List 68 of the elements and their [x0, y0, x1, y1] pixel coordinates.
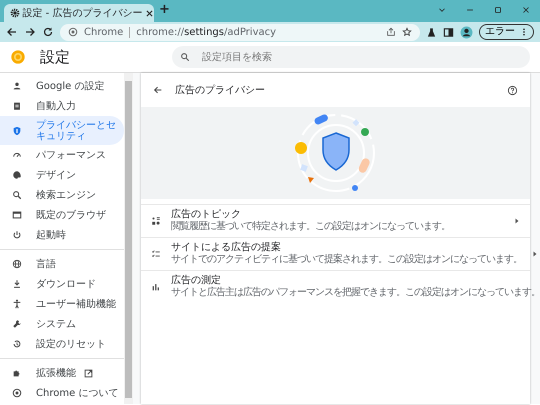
setting-row[interactable]: サイトによる広告の提案 サイトでのアクティビティに基づいて提案されます。この設定はオンになっています。: [141, 237, 530, 270]
sidebar-item[interactable]: 自動入力: [0, 96, 124, 116]
wrench-icon: [12, 319, 22, 329]
close-icon[interactable]: [521, 5, 531, 15]
page-heading: 設定: [40, 46, 70, 68]
sidebar-item[interactable]: 検索エンジン: [0, 185, 124, 205]
address-bar[interactable]: Chrome chrome://settings/adPrivacy: [60, 24, 420, 40]
clipboard-icon: [12, 101, 22, 111]
profile-error-button[interactable]: エラー: [479, 24, 534, 40]
search-icon: [180, 52, 190, 62]
back-arrow-icon[interactable]: [153, 85, 163, 95]
sidebar-item[interactable]: 拡張機能: [0, 363, 124, 383]
search-icon: [12, 190, 22, 200]
checklist-icon: [151, 249, 161, 259]
share-icon[interactable]: [386, 27, 396, 37]
caret-right-icon: [532, 251, 538, 257]
sidebar-item[interactable]: プライバシーとセキュリティ: [0, 116, 124, 145]
puzzle-piece-icon: [12, 368, 22, 378]
accessibility-icon: [12, 299, 22, 309]
tab-title: 設定 - 広告のプライバシー: [22, 6, 142, 20]
forward-arrow-icon[interactable]: [24, 26, 36, 38]
more-menu-icon: [520, 27, 528, 37]
side-panel-icon[interactable]: [443, 26, 454, 38]
site-label: Chrome: [84, 26, 124, 40]
download-icon: [12, 279, 22, 289]
sidebar-item[interactable]: Chrome について: [0, 383, 124, 403]
power-icon: [12, 230, 22, 240]
sidebar-item[interactable]: パフォーマンス: [0, 145, 124, 165]
person-icon: [12, 81, 22, 91]
url-text: chrome://settings/adPrivacy: [136, 26, 278, 40]
help-icon[interactable]: [507, 84, 518, 96]
sidebar-item[interactable]: ダウンロード: [0, 274, 124, 294]
search-field[interactable]: 設定項目を検索: [172, 46, 530, 68]
topics-icon: [151, 216, 161, 226]
back-arrow-icon[interactable]: [6, 26, 18, 38]
row-title: 広告の測定: [171, 275, 222, 286]
browser-window-icon: [12, 210, 22, 220]
sidebar-item[interactable]: 起動時: [0, 225, 124, 245]
sidebar-item[interactable]: システム: [0, 314, 124, 334]
sidebar-item[interactable]: デザイン: [0, 165, 124, 185]
bar-chart-icon: [151, 282, 161, 292]
maximize-icon[interactable]: [493, 5, 503, 15]
sidebar-item[interactable]: 既定のブラウザ: [0, 205, 124, 225]
row-description: サイトと広告主は広告のパフォーマンスを把握できます。この設定はオンになっています。: [171, 287, 540, 299]
sidebar-item[interactable]: ユーザー補助機能: [0, 294, 124, 314]
row-description: 閲覧履歴に基づいて特定されます。この設定はオンになっています。: [171, 221, 451, 233]
reload-icon[interactable]: [42, 26, 54, 38]
scrollbar-thumb[interactable]: [125, 81, 132, 398]
globe-icon: [12, 259, 22, 269]
sidebar-item[interactable]: 設定のリセット: [0, 334, 124, 354]
caret-right-icon: [514, 218, 520, 224]
shield-icon: [12, 126, 22, 136]
speedometer-icon: [12, 150, 22, 160]
star-icon[interactable]: [402, 27, 412, 37]
flask-icon[interactable]: [426, 26, 437, 38]
profile-avatar-icon[interactable]: [460, 26, 473, 38]
row-title: 広告のトピック: [171, 209, 242, 220]
row-description: サイトでのアクティビティに基づいて提案されます。この設定はオンになっています。: [171, 254, 522, 266]
browser-tab[interactable]: 設定 - 広告のプライバシー: [4, 4, 154, 22]
sidebar-item[interactable]: 言語: [0, 254, 124, 274]
new-tab-button[interactable]: +: [159, 0, 170, 20]
setting-row[interactable]: 広告のトピック 閲覧履歴に基づいて特定されます。この設定はオンになっています。: [141, 204, 530, 237]
page-title: 広告のプライバシー: [175, 84, 266, 98]
close-icon[interactable]: [144, 8, 154, 18]
history-reset-icon: [12, 339, 22, 349]
settings-logo-icon: [10, 49, 26, 65]
sidebar-item[interactable]: Google の設定: [0, 76, 124, 96]
row-title: サイトによる広告の提案: [171, 242, 282, 254]
